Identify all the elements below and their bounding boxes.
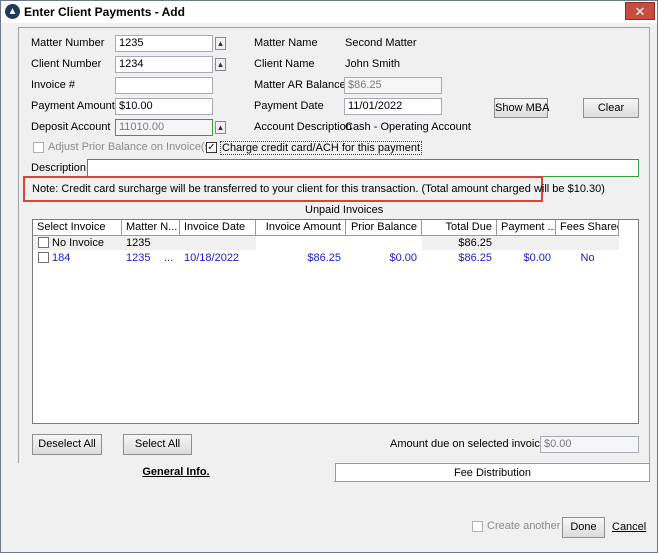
payment-amount-label: Payment Amount: [31, 100, 115, 112]
description-label: Description: [31, 162, 87, 174]
unpaid-invoices-title: Unpaid Invoices: [305, 204, 384, 216]
invoice-number-input[interactable]: [115, 77, 213, 94]
client-name-value: John Smith: [345, 58, 401, 70]
column-header-invoice-date[interactable]: Invoice Date: [180, 220, 256, 236]
row-184-ellipsis: ...: [164, 252, 174, 264]
column-header-invoice-amount[interactable]: Invoice Amount: [256, 220, 346, 236]
charge-card-checkbox[interactable]: ✓: [206, 142, 217, 153]
matter-number-input[interactable]: 1235: [115, 35, 213, 52]
charge-card-label: Charge credit card/ACH for this payment: [220, 141, 423, 155]
invoice-number-label: Invoice #: [31, 79, 76, 91]
row-no-invoice-select: No Invoice: [52, 237, 104, 249]
surcharge-note-text: Note: Credit card surcharge will be tran…: [32, 183, 605, 195]
column-header-fees-shared[interactable]: Fees Shared: [556, 220, 619, 236]
done-button[interactable]: Done: [562, 517, 605, 538]
row-184-date: 10/18/2022: [184, 252, 240, 264]
matter-number-label: Matter Number: [31, 37, 105, 49]
column-header-prior-balance[interactable]: Prior Balance: [346, 220, 422, 236]
column-header-payment[interactable]: Payment ...: [497, 220, 556, 236]
title-bar: ▲ Enter Client Payments - Add ✕: [1, 1, 657, 23]
client-number-input[interactable]: 1234: [115, 56, 213, 73]
client-number-lookup-icon[interactable]: ▲: [215, 58, 226, 71]
payment-date-label: Payment Date: [254, 100, 324, 112]
account-description-value: Cash - Operating Account: [345, 121, 471, 133]
column-header-select-invoice[interactable]: Select Invoice: [33, 220, 122, 236]
matter-name-label: Matter Name: [254, 37, 318, 49]
row-184-amount: $86.25: [307, 252, 341, 264]
description-input[interactable]: [87, 159, 639, 177]
close-button[interactable]: ✕: [625, 2, 655, 20]
row-184-total: $86.25: [458, 252, 492, 264]
select-all-button[interactable]: Select All: [123, 434, 192, 455]
tab-fee-distribution[interactable]: Fee Distribution: [335, 463, 650, 482]
window-title: Enter Client Payments - Add: [24, 5, 185, 19]
row-184-select[interactable]: 184: [52, 251, 70, 265]
cancel-button[interactable]: Cancel: [612, 521, 646, 533]
deselect-all-button[interactable]: Deselect All: [32, 434, 102, 455]
deposit-account-input[interactable]: 11010.00: [115, 119, 213, 136]
deposit-account-lookup-icon[interactable]: ▲: [215, 121, 226, 134]
row-no-invoice-total: $86.25: [458, 237, 492, 249]
adjust-prior-balance-checkbox[interactable]: [33, 142, 44, 153]
client-payments-window: ▲ Enter Client Payments - Add ✕ Matter N…: [0, 0, 658, 553]
matter-ar-balance-field: $86.25: [344, 77, 442, 94]
app-logo-icon: ▲: [5, 4, 20, 19]
matter-number-lookup-icon[interactable]: ▲: [215, 37, 226, 50]
matter-name-value: Second Matter: [345, 37, 417, 49]
row-184-fees: No: [580, 252, 595, 264]
row-184-prior: $0.00: [389, 252, 417, 264]
row-184-matter: 1235: [126, 252, 151, 264]
payment-amount-input[interactable]: $10.00: [115, 98, 213, 115]
client-number-label: Client Number: [31, 58, 102, 70]
row-no-invoice-matter: 1235: [126, 237, 151, 249]
no-invoice-checkbox[interactable]: [38, 237, 49, 248]
invoice-184-checkbox[interactable]: [38, 252, 49, 263]
deposit-account-label: Deposit Account: [31, 121, 111, 133]
unpaid-invoices-grid: Select Invoice Matter N... Invoice Date …: [32, 219, 639, 424]
payment-date-input[interactable]: 11/01/2022: [344, 98, 442, 115]
column-header-matter-number[interactable]: Matter N...: [122, 220, 180, 236]
surcharge-note-box: Note: Credit card surcharge will be tran…: [23, 176, 605, 202]
clear-button[interactable]: Clear: [583, 98, 639, 118]
matter-ar-balance-label: Matter AR Balance: [254, 79, 346, 91]
client-name-label: Client Name: [254, 58, 315, 70]
adjust-prior-balance-label: Adjust Prior Balance on Invoice(s): [48, 141, 214, 153]
column-header-total-due[interactable]: Total Due: [422, 220, 497, 236]
show-mba-button[interactable]: Show MBA: [494, 98, 549, 118]
tab-general-info[interactable]: General Info.: [18, 463, 334, 482]
account-description-label: Account Description: [254, 121, 352, 133]
create-another-checkbox[interactable]: [472, 521, 483, 532]
create-another-label: Create another: [487, 520, 561, 532]
amount-due-field: $0.00: [540, 436, 639, 453]
row-184-payment: $0.00: [523, 252, 551, 264]
amount-due-label: Amount due on selected invoice(s): [390, 438, 559, 450]
